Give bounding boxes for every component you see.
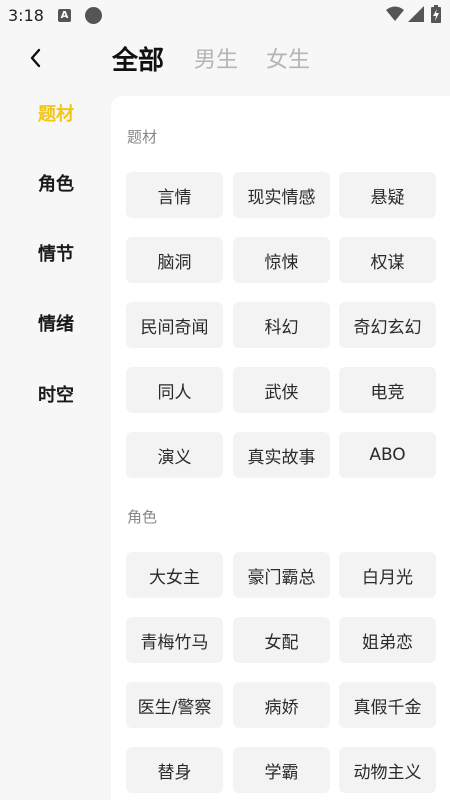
sidebar-item-2[interactable]: 情节 <box>0 240 112 266</box>
tag-chip[interactable]: 学霸 <box>233 747 330 793</box>
tab-1[interactable]: 男生 <box>194 42 238 74</box>
cell-signal-icon <box>408 6 424 22</box>
status-bar: 3:18 A <box>0 0 450 30</box>
tag-chip[interactable]: 同人 <box>126 367 223 413</box>
app-notification-icon: A <box>58 9 71 22</box>
status-time: 3:18 <box>8 6 44 25</box>
tag-chip[interactable]: 真实故事 <box>233 432 330 478</box>
tag-chip[interactable]: 青梅竹马 <box>126 617 223 663</box>
sidebar-item-4[interactable]: 时空 <box>0 381 112 407</box>
tag-content-panel[interactable]: 题材言情 现实情感 悬疑脑洞 惊悚 权谋民间奇闻 科幻 奇幻玄幻同人 武侠 电竞演义 真实故事 AB… <box>111 96 450 800</box>
section-title: 题材 <box>127 128 158 146</box>
tag-chip[interactable]: ABO <box>339 432 436 478</box>
tag-chip[interactable]: 大女主 <box>126 552 223 598</box>
tag-chip[interactable]: 白月光 <box>339 552 436 598</box>
notification-dot-icon <box>85 7 102 24</box>
sidebar-item-0[interactable]: 题材 <box>0 100 112 126</box>
tag-chip[interactable]: 医生/警察 <box>126 682 223 728</box>
back-arrow-icon[interactable] <box>26 46 46 70</box>
tag-chip[interactable]: 真假千金 <box>339 682 436 728</box>
tag-chip[interactable]: 武侠 <box>233 367 330 413</box>
wifi-icon <box>386 6 404 21</box>
sidebar-item-1[interactable]: 角色 <box>0 170 112 196</box>
tag-chip[interactable]: 科幻 <box>233 302 330 348</box>
tag-chip[interactable]: 民间奇闻 <box>126 302 223 348</box>
tag-chip[interactable]: 演义 <box>126 432 223 478</box>
tag-chip[interactable]: 现实情感 <box>233 172 330 218</box>
sidebar-item-3[interactable]: 情绪 <box>0 310 112 336</box>
tag-chip[interactable]: 豪门霸总 <box>233 552 330 598</box>
tag-chip[interactable]: 悬疑 <box>339 172 436 218</box>
tag-chip[interactable]: 言情 <box>126 172 223 218</box>
tag-chip[interactable]: 脑洞 <box>126 237 223 283</box>
tag-chip[interactable]: 惊悚 <box>233 237 330 283</box>
tag-chip[interactable]: 病娇 <box>233 682 330 728</box>
tab-2[interactable]: 女生 <box>266 42 310 74</box>
tag-chip[interactable]: 动物主义 <box>339 747 436 793</box>
tag-chip[interactable]: 姐弟恋 <box>339 617 436 663</box>
tag-chip[interactable]: 奇幻玄幻 <box>339 302 436 348</box>
tab-0[interactable]: 全部 <box>112 40 164 77</box>
tag-chip[interactable]: 女配 <box>233 617 330 663</box>
tag-chip[interactable]: 权谋 <box>339 237 436 283</box>
section-title: 角色 <box>127 508 158 526</box>
battery-icon <box>431 5 441 23</box>
tag-chip[interactable]: 替身 <box>126 747 223 793</box>
tag-chip[interactable]: 电竞 <box>339 367 436 413</box>
